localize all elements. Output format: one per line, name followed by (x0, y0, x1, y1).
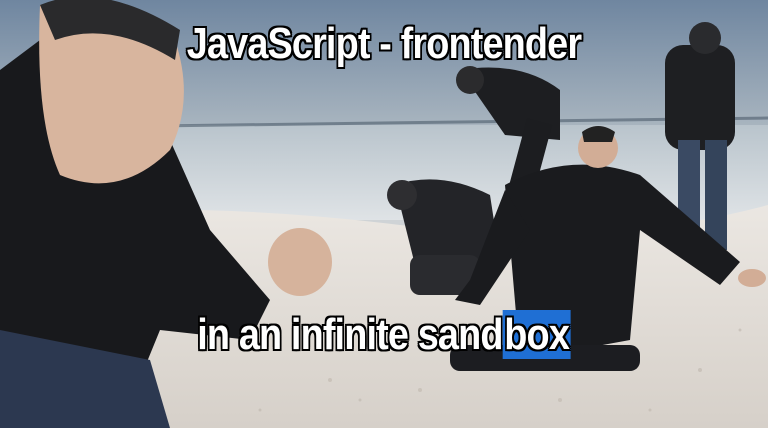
top-caption: JavaScript - frontender (186, 19, 582, 68)
bottom-caption-plain: in an infinite sand (197, 310, 503, 359)
bottom-caption: in an infinite sandbox (54, 310, 714, 359)
meme-image: JavaScript - frontender in an infinite s… (0, 0, 768, 428)
bottom-caption-highlight: box (502, 310, 571, 359)
